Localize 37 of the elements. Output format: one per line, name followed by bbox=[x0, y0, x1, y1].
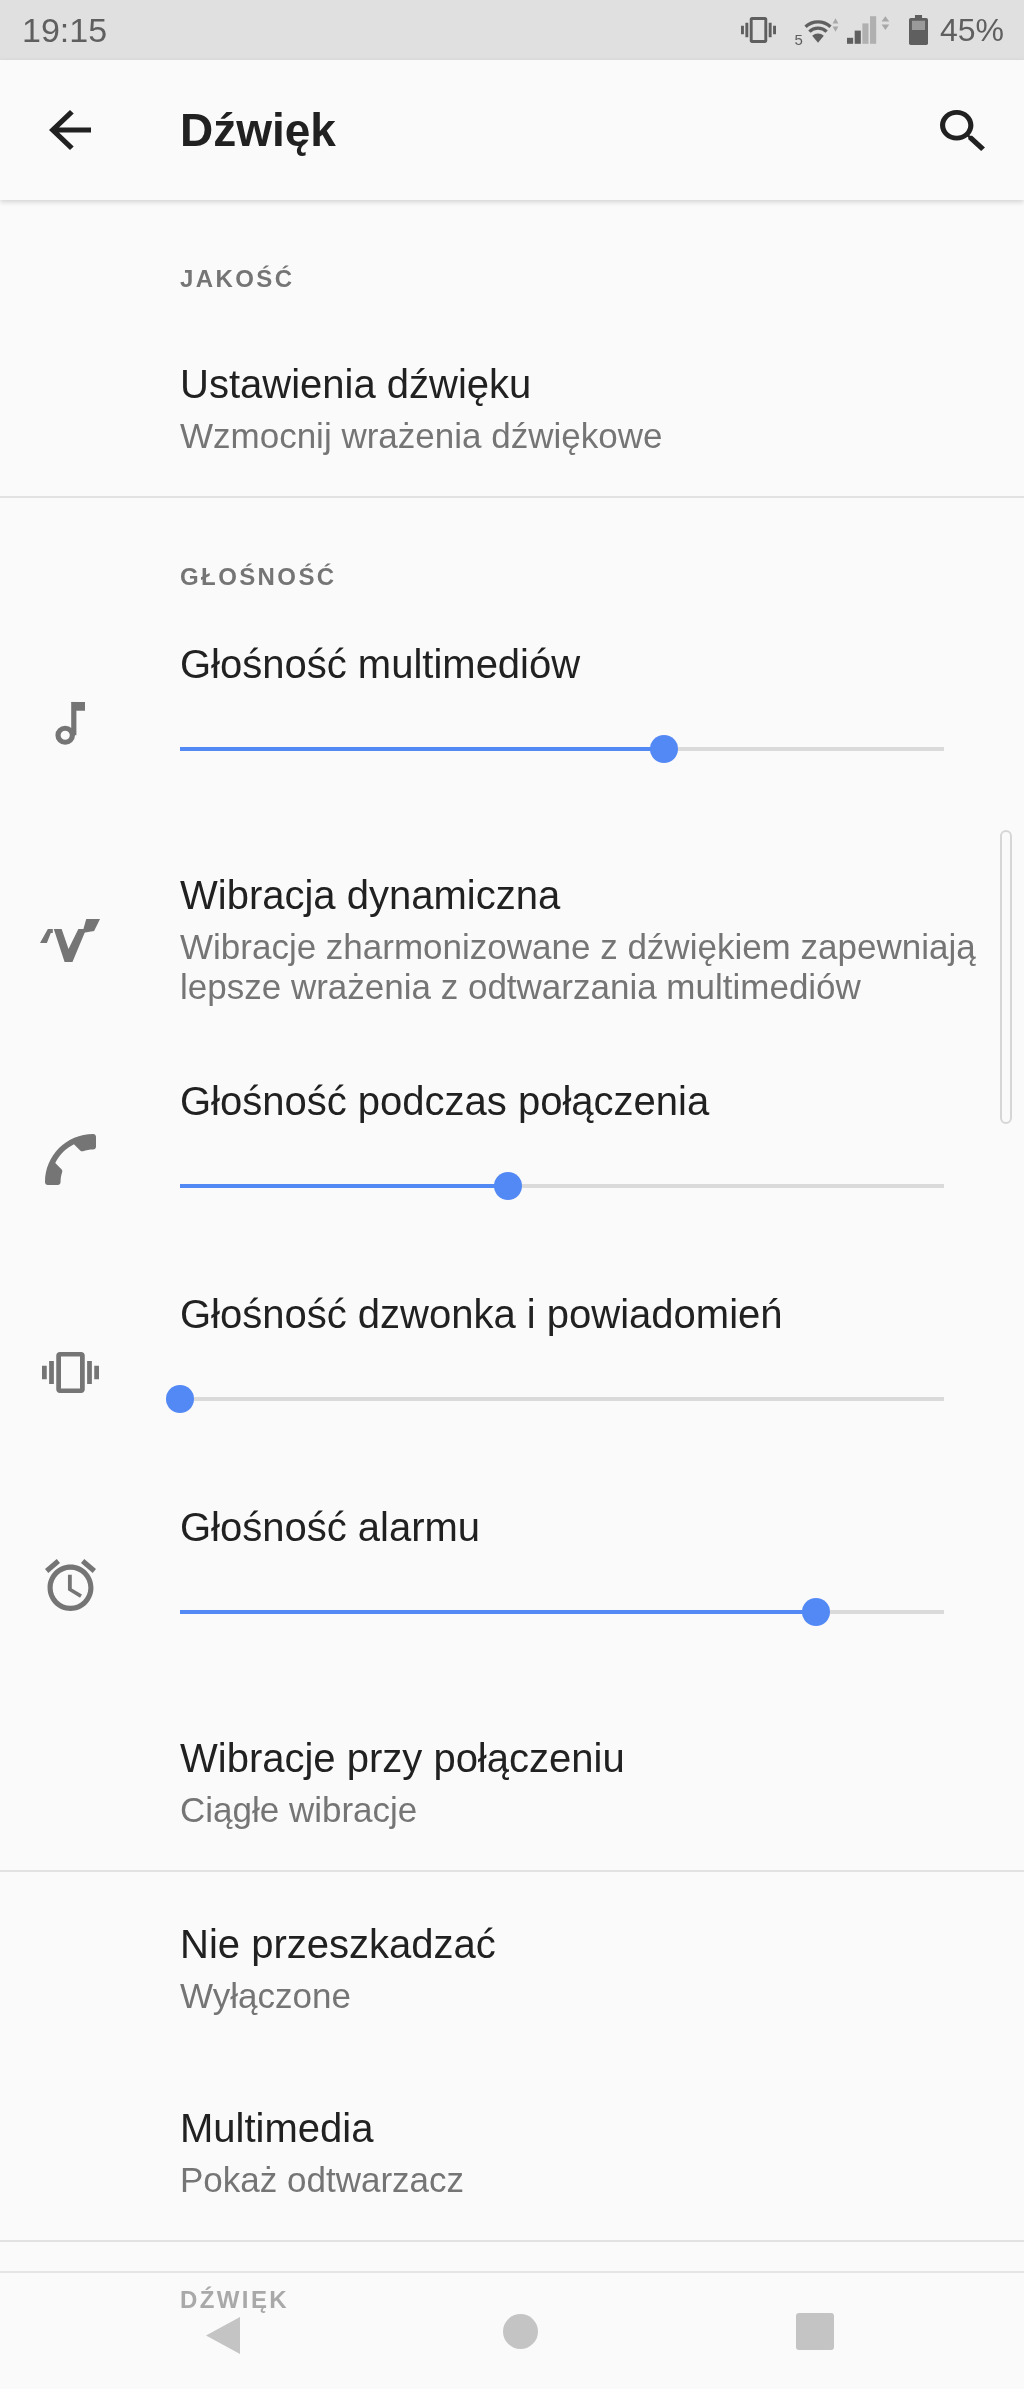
alarm-clock-icon bbox=[44, 1559, 96, 1611]
slider-thumb[interactable] bbox=[650, 735, 679, 763]
battery-icon bbox=[908, 15, 928, 45]
search-icon[interactable] bbox=[940, 109, 985, 151]
vibrate-icon bbox=[41, 1351, 99, 1393]
recent-apps-icon[interactable] bbox=[796, 2312, 834, 2350]
setting-summary: Ciągłe wibracje bbox=[180, 1790, 419, 1830]
slider-thumb[interactable] bbox=[493, 1172, 522, 1200]
music-note-icon bbox=[54, 699, 86, 745]
setting-title[interactable]: Nie przeszkadzać bbox=[180, 1922, 994, 1966]
setting-title[interactable]: Wibracja dynamiczna bbox=[180, 873, 994, 917]
wifi-icon bbox=[803, 15, 839, 45]
setting-summary: Pokaż odtwarzacz bbox=[180, 2160, 466, 2200]
dynamic-vibration-icon bbox=[40, 918, 100, 962]
setting-title: Głośność dzwonka i powiadomień bbox=[180, 1292, 784, 1336]
slider-thumb[interactable] bbox=[166, 1385, 194, 1413]
setting-title[interactable]: Wibracje przy połączeniu bbox=[180, 1736, 994, 1780]
setting-summary: Wibracje zharmonizowane z dźwiękiem zapewniają lepsze wrażenia z odtwarzania multimediów bbox=[180, 927, 977, 1007]
setting-title: Głośność alarmu bbox=[180, 1505, 482, 1549]
setting-title: Głośność podczas połączenia bbox=[180, 1079, 711, 1123]
vibrate-icon bbox=[740, 17, 776, 43]
page-title: Dźwięk bbox=[180, 103, 336, 157]
setting-title[interactable]: Ustawienia dźwięku bbox=[180, 362, 994, 406]
setting-summary: Wzmocnij wrażenia dźwiękowe bbox=[180, 416, 664, 456]
setting-title: Głośność multimediów bbox=[180, 642, 582, 686]
section-header: JAKOŚĆ bbox=[180, 264, 296, 294]
setting-summary: Wyłączone bbox=[180, 1976, 352, 2016]
slider-thumb[interactable] bbox=[802, 1598, 831, 1626]
home-icon[interactable] bbox=[503, 2313, 538, 2349]
signal-icon bbox=[846, 15, 890, 45]
section-header: GŁOŚNOŚĆ bbox=[180, 562, 338, 592]
wifi-band-label: 5 bbox=[794, 32, 803, 47]
phone-icon bbox=[44, 1133, 96, 1185]
battery-percentage: 45% bbox=[939, 14, 1004, 46]
setting-title[interactable]: Multimedia bbox=[180, 2106, 994, 2150]
back-icon[interactable] bbox=[49, 110, 91, 150]
clock-time: 19:15 bbox=[22, 13, 108, 47]
